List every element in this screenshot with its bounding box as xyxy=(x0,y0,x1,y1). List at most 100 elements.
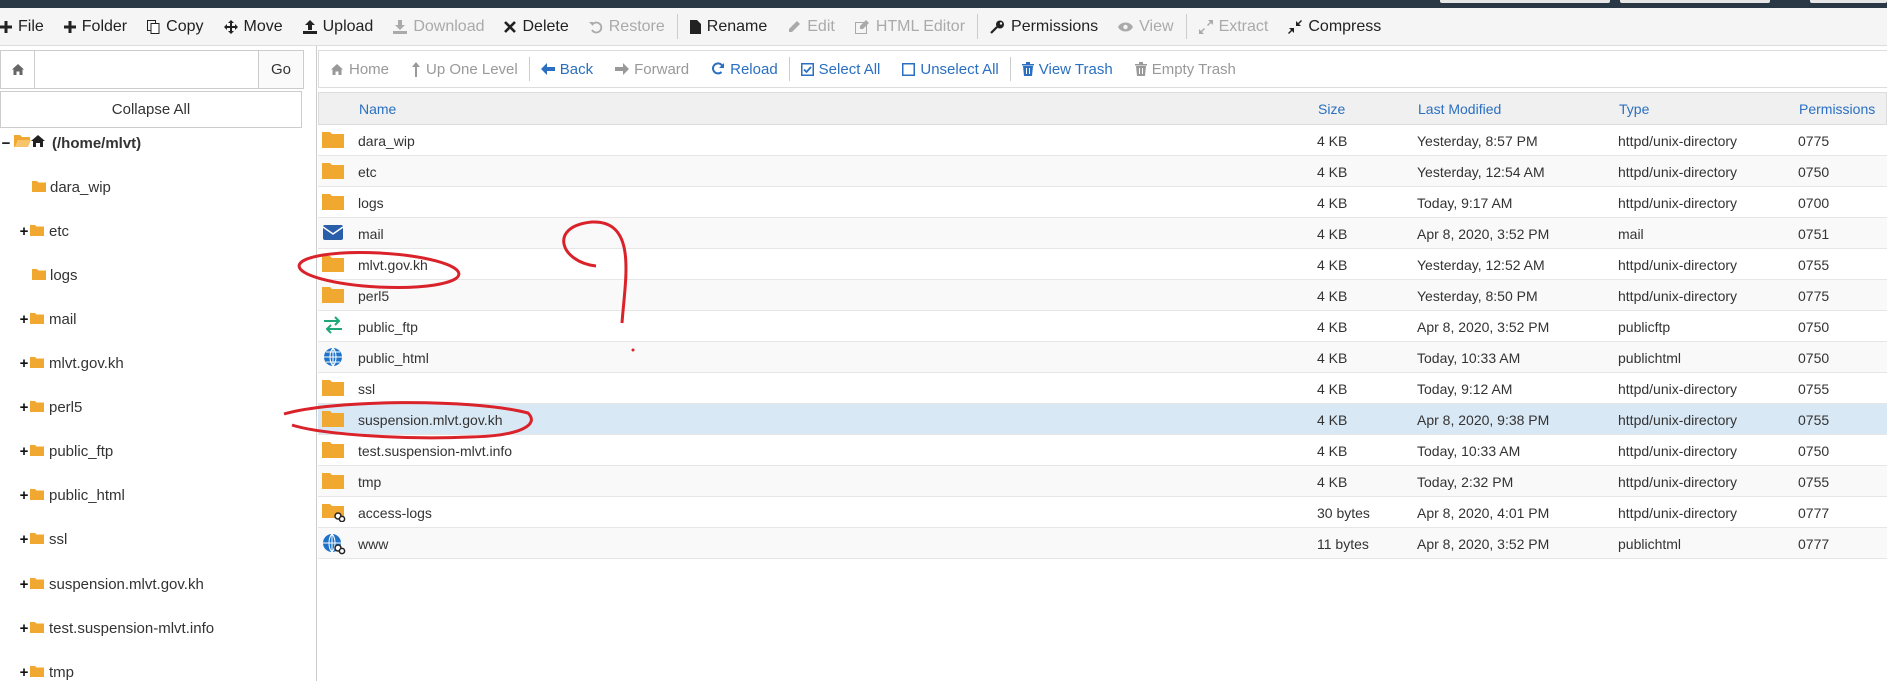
tree-item-mlvt-gov-kh[interactable]: + mlvt.gov.kh xyxy=(0,353,310,375)
select-all-button[interactable]: Select All xyxy=(790,51,892,87)
html-editor-button[interactable]: HTML Editor xyxy=(845,8,975,45)
path-input[interactable] xyxy=(35,51,258,88)
tree-item-ssl[interactable]: + ssl xyxy=(0,529,310,551)
view-button[interactable]: View xyxy=(1108,8,1183,45)
expand-icon[interactable]: + xyxy=(18,664,30,681)
view-trash-button[interactable]: View Trash xyxy=(1011,51,1124,87)
tree-item-etc[interactable]: + etc xyxy=(0,220,310,242)
cell-name[interactable]: access-logs xyxy=(358,505,432,521)
empty-trash-button[interactable]: Empty Trash xyxy=(1124,51,1247,87)
expand-icon[interactable]: + xyxy=(18,576,30,593)
table-row[interactable]: public_html 4 KB Today, 10:33 AM publichtml… xyxy=(318,342,1887,373)
table-row[interactable]: logs 4 KB Today, 9:17 AM httpd/unix-directo… xyxy=(318,187,1887,218)
cell-name[interactable]: www xyxy=(358,536,388,552)
upload-button[interactable]: Upload xyxy=(293,8,384,45)
cell-name[interactable]: tmp xyxy=(358,474,381,490)
tree-item-perl5[interactable]: + perl5 xyxy=(0,397,310,419)
up-one-level-button[interactable]: Up One Level xyxy=(400,51,529,87)
delete-button[interactable]: Delete xyxy=(494,8,578,45)
cell-perms: 0750 xyxy=(1798,350,1830,366)
navigation-bar: Home Up One Level Back Forward Reload Select … xyxy=(318,50,1887,88)
tree-item-label: test.suspension-mlvt.info xyxy=(49,619,215,637)
expand-icon[interactable]: + xyxy=(18,223,30,240)
expand-icon[interactable]: + xyxy=(18,531,30,548)
tree-item-suspension-mlvt-gov-kh[interactable]: + suspension.mlvt.gov.kh xyxy=(0,573,310,595)
table-row[interactable]: mlvt.gov.kh 4 KB Yesterday, 12:52 AM httpd/… xyxy=(318,249,1887,280)
back-button[interactable]: Back xyxy=(530,51,604,87)
folder-icon xyxy=(322,409,344,429)
table-row[interactable]: perl5 4 KB Yesterday, 8:50 PM httpd/unix-di… xyxy=(318,280,1887,311)
unselect-all-button[interactable]: Unselect All xyxy=(891,51,1009,87)
cell-name[interactable]: etc xyxy=(358,164,377,180)
extract-button[interactable]: Extract xyxy=(1189,8,1279,45)
restore-button[interactable]: Restore xyxy=(579,8,675,45)
column-header-size[interactable]: Size xyxy=(1318,101,1345,117)
cell-name[interactable]: perl5 xyxy=(358,288,389,304)
cell-name[interactable]: public_ftp xyxy=(358,319,418,335)
tree-root[interactable]: − (/home/mlvt) xyxy=(0,132,310,154)
tree-item-test-suspension-mlvt-info[interactable]: + test.suspension-mlvt.info xyxy=(0,617,310,639)
folder-button[interactable]: Folder xyxy=(54,8,137,45)
table-row[interactable]: www 11 bytes Apr 8, 2020, 3:52 PM publichtm… xyxy=(318,528,1887,559)
cell-name[interactable]: dara_wip xyxy=(358,133,415,149)
cell-size: 4 KB xyxy=(1317,443,1348,459)
compress-button[interactable]: Compress xyxy=(1278,8,1391,45)
reload-button[interactable]: Reload xyxy=(700,51,789,87)
download-button[interactable]: Download xyxy=(383,8,494,45)
cell-perms: 0700 xyxy=(1798,195,1830,211)
table-row[interactable]: mail 4 KB Apr 8, 2020, 3:52 PM mail 0751 xyxy=(318,218,1887,249)
table-row[interactable]: ssl 4 KB Today, 9:12 AM httpd/unix-director… xyxy=(318,373,1887,404)
collapse-icon[interactable]: − xyxy=(0,135,12,152)
expand-icon[interactable]: + xyxy=(18,355,30,372)
cell-name[interactable]: ssl xyxy=(358,381,375,397)
table-row[interactable]: dara_wip 4 KB Yesterday, 8:57 PM httpd/unix… xyxy=(318,125,1887,156)
collapse-all-button[interactable]: Collapse All xyxy=(0,91,302,128)
expand-icon[interactable]: + xyxy=(18,443,30,460)
nav-button-label: Empty Trash xyxy=(1151,60,1236,78)
column-header-type[interactable]: Type xyxy=(1619,101,1649,117)
edit-button[interactable]: Edit xyxy=(777,8,845,45)
table-row[interactable]: public_ftp 4 KB Apr 8, 2020, 3:52 PM public… xyxy=(318,311,1887,342)
cell-modified: Today, 2:32 PM xyxy=(1417,474,1514,490)
cell-name[interactable]: suspension.mlvt.gov.kh xyxy=(358,412,502,428)
tree-item-public-html[interactable]: + public_html xyxy=(0,485,310,507)
rename-button[interactable]: Rename xyxy=(680,8,777,45)
table-row[interactable]: suspension.mlvt.gov.kh 4 KB Apr 8, 2020, 9… xyxy=(318,404,1887,435)
home-button[interactable]: Home xyxy=(319,51,400,87)
permissions-button[interactable]: Permissions xyxy=(980,8,1108,45)
forward-button[interactable]: Forward xyxy=(604,51,700,87)
cell-type: httpd/unix-directory xyxy=(1618,164,1738,180)
folder-icon xyxy=(30,311,44,328)
tree-item-mail[interactable]: + mail xyxy=(0,308,310,330)
column-header-last-modified[interactable]: Last Modified xyxy=(1418,101,1501,117)
file-button[interactable]: File xyxy=(0,8,54,45)
expand-icon[interactable]: + xyxy=(18,620,30,637)
cell-name[interactable]: mlvt.gov.kh xyxy=(358,257,428,273)
tree-item-public-ftp[interactable]: + public_ftp xyxy=(0,441,310,463)
tree-item-dara-wip[interactable]: dara_wip xyxy=(0,176,310,198)
column-header-permissions[interactable]: Permissions xyxy=(1799,101,1875,117)
top-strip xyxy=(0,0,1887,8)
table-row[interactable]: test.suspension-mlvt.info 4 KB Today, 10:3… xyxy=(318,435,1887,466)
column-header-name[interactable]: Name xyxy=(359,101,396,117)
expand-icon[interactable]: + xyxy=(18,311,30,328)
move-button[interactable]: Move xyxy=(214,8,293,45)
trash-icon xyxy=(1021,62,1034,76)
expand-icon[interactable]: + xyxy=(18,487,30,504)
tree-item-tmp[interactable]: + tmp xyxy=(0,661,310,683)
cell-name[interactable]: mail xyxy=(358,226,384,242)
table-row[interactable]: access-logs 30 bytes Apr 8, 2020, 4:01 PM h… xyxy=(318,497,1887,528)
expand-icon[interactable]: + xyxy=(18,399,30,416)
cell-name[interactable]: logs xyxy=(358,195,384,211)
copy-button[interactable]: Copy xyxy=(137,8,213,45)
home-icon[interactable] xyxy=(1,51,35,88)
table-row[interactable]: tmp 4 KB Today, 2:32 PM httpd/unix-director… xyxy=(318,466,1887,497)
table-row[interactable]: etc 4 KB Yesterday, 12:54 AM httpd/unix-dir… xyxy=(318,156,1887,187)
cell-name[interactable]: public_html xyxy=(358,350,429,366)
tree-item-logs[interactable]: logs xyxy=(0,264,310,286)
cell-name[interactable]: test.suspension-mlvt.info xyxy=(358,443,512,459)
go-button[interactable]: Go xyxy=(258,51,303,88)
cell-perms: 0775 xyxy=(1798,133,1830,149)
file-icon xyxy=(689,19,701,34)
close-icon xyxy=(504,20,517,33)
